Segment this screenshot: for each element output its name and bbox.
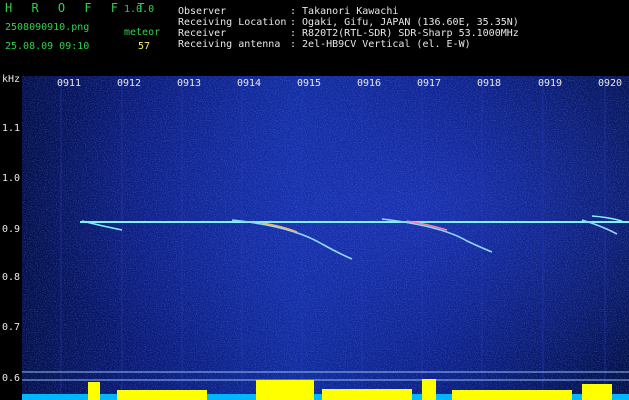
y-tick-label: 0.9: [2, 224, 21, 235]
field-value-antenna: : 2el-HB9CV Vertical (el. E-W): [290, 39, 471, 50]
x-tick-label: 0920: [598, 78, 623, 89]
detection-count: 57: [138, 41, 151, 52]
x-tick-label: 0911: [57, 78, 82, 89]
x-tick-label: 0914: [237, 78, 262, 89]
file-name: 2508090910.png: [5, 22, 90, 33]
y-axis-unit: kHz: [2, 74, 21, 85]
x-tick-label: 0918: [477, 78, 502, 89]
x-tick-label: 0917: [417, 78, 442, 89]
x-tick-label: 0916: [357, 78, 382, 89]
y-tick-label: 0.7: [2, 322, 21, 333]
x-tick-label: 0919: [538, 78, 563, 89]
x-tick-label: 0913: [177, 78, 202, 89]
x-tick-label: 0915: [297, 78, 322, 89]
timestamp: 25.08.09 09:10: [5, 41, 90, 52]
y-tick-label: 1.0: [2, 173, 21, 184]
detection-label: meteor: [124, 27, 161, 38]
field-label-antenna: Receiving antenna: [178, 39, 281, 50]
y-tick-label: 0.8: [2, 272, 21, 283]
header-panel: H R O F F T 1.0.0 2508090910.png meteor …: [0, 0, 629, 60]
noise-texture: [22, 76, 629, 400]
spectrogram: [22, 76, 629, 400]
y-tick-label: 1.1: [2, 123, 21, 134]
app-version: 1.0.0: [124, 4, 155, 15]
spectrogram-plot: [22, 76, 629, 400]
x-tick-label: 0912: [117, 78, 142, 89]
y-tick-label: 0.6: [2, 373, 21, 384]
